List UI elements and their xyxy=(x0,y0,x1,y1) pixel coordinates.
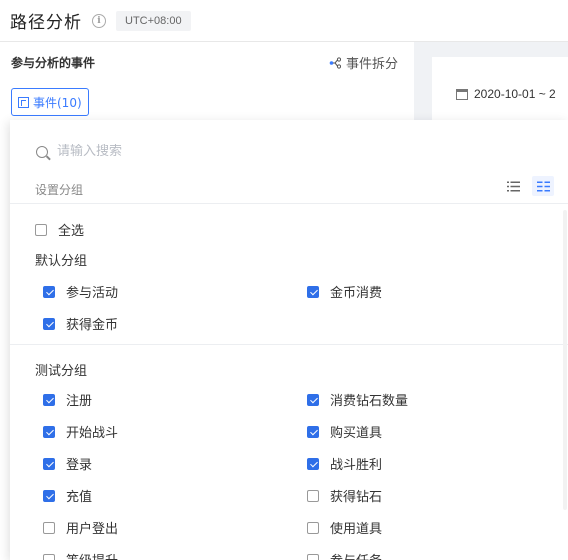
event-label: 等级提升 xyxy=(66,550,118,560)
event-label: 参与任务 xyxy=(330,550,382,560)
event-checkbox[interactable]: 金币消费 xyxy=(307,282,382,301)
search-icon xyxy=(36,145,48,158)
checkbox-icon xyxy=(35,223,47,236)
select-all-label: 全选 xyxy=(58,224,85,239)
event-checkbox[interactable]: 开始战斗 xyxy=(43,422,118,441)
page-title: 路径分析 xyxy=(10,13,82,33)
event-selector-dropdown: 设置分组 全选 默认分组 参与活动 金币消费 xyxy=(10,120,568,560)
checkbox-icon xyxy=(43,489,55,502)
checkbox-icon xyxy=(43,285,55,298)
date-range-picker[interactable]: 2020-10-01 ~ 2 xyxy=(456,87,556,101)
event-label: 购买道具 xyxy=(330,426,383,441)
event-checkbox[interactable]: 战斗胜利 xyxy=(307,454,382,473)
event-label: 开始战斗 xyxy=(66,426,119,441)
events-button[interactable]: 事件(10) xyxy=(11,88,89,116)
event-checkbox[interactable]: 注册 xyxy=(43,390,92,409)
checkbox-icon xyxy=(43,457,55,470)
timezone-badge[interactable]: UTC+08:00 xyxy=(116,10,191,31)
event-label: 获得金币 xyxy=(66,318,119,333)
group-title-test: 测试分组 xyxy=(35,364,88,379)
event-label: 注册 xyxy=(66,394,93,409)
event-checkbox[interactable]: 用户登出 xyxy=(43,518,118,537)
event-checkbox[interactable]: 登录 xyxy=(43,454,92,473)
event-checkbox[interactable]: 参与活动 xyxy=(43,282,118,301)
view-toggle xyxy=(502,176,554,196)
event-label: 消费钻石数量 xyxy=(330,394,409,409)
select-all-checkbox[interactable]: 全选 xyxy=(35,220,84,239)
checkbox-icon xyxy=(307,521,319,534)
event-split-button[interactable]: 事件拆分 xyxy=(329,53,398,72)
panel-heading: 参与分析的事件 xyxy=(11,56,96,70)
checkbox-icon xyxy=(43,393,55,406)
event-checkbox[interactable]: 获得金币 xyxy=(43,314,118,333)
divider xyxy=(10,203,568,204)
list-icon xyxy=(506,181,520,191)
grid-list-icon xyxy=(536,181,550,191)
search-input[interactable] xyxy=(57,144,357,159)
event-label: 金币消费 xyxy=(330,286,383,301)
checkbox-icon xyxy=(307,285,319,298)
filter-icon xyxy=(18,96,29,108)
checkbox-icon xyxy=(43,317,55,330)
list-view-button[interactable] xyxy=(502,176,524,196)
event-label: 用户登出 xyxy=(66,522,119,537)
group-setting-label[interactable]: 设置分组 xyxy=(35,181,83,198)
checkbox-icon xyxy=(307,489,319,502)
date-range-value: 2020-10-01 ~ 2 xyxy=(474,87,556,101)
event-checkbox[interactable]: 购买道具 xyxy=(307,422,382,441)
checkbox-icon xyxy=(307,457,319,470)
checkbox-icon xyxy=(307,393,319,406)
info-icon[interactable]: i xyxy=(92,13,106,28)
event-checkbox[interactable]: 获得钻石 xyxy=(307,486,382,505)
group-title-default: 默认分组 xyxy=(35,254,88,269)
checkbox-icon xyxy=(307,425,319,438)
event-label: 充值 xyxy=(66,490,93,505)
divider xyxy=(10,344,568,345)
checkbox-icon xyxy=(43,425,55,438)
checkbox-icon xyxy=(43,521,55,534)
page-header: 路径分析 i UTC+08:00 xyxy=(0,0,568,42)
event-label: 登录 xyxy=(66,458,93,473)
event-checkbox[interactable]: 参与任务 xyxy=(307,550,382,560)
event-label: 获得钻石 xyxy=(330,490,383,505)
event-split-label: 事件拆分 xyxy=(345,57,398,72)
event-label: 战斗胜利 xyxy=(330,458,383,473)
event-checkbox[interactable]: 消费钻石数量 xyxy=(307,390,408,409)
checkbox-icon xyxy=(307,553,319,560)
grid-view-button[interactable] xyxy=(532,176,554,196)
event-checkbox[interactable]: 使用道具 xyxy=(307,518,382,537)
scrollbar[interactable] xyxy=(563,210,567,510)
checkbox-icon xyxy=(43,553,55,560)
event-checkbox[interactable]: 充值 xyxy=(43,486,92,505)
search-row xyxy=(36,144,357,159)
split-icon xyxy=(329,56,341,69)
events-button-label: 事件(10) xyxy=(33,95,82,110)
event-checkbox[interactable]: 等级提升 xyxy=(43,550,118,560)
event-label: 使用道具 xyxy=(330,522,383,537)
event-label: 参与活动 xyxy=(66,286,119,301)
calendar-icon xyxy=(456,88,468,100)
